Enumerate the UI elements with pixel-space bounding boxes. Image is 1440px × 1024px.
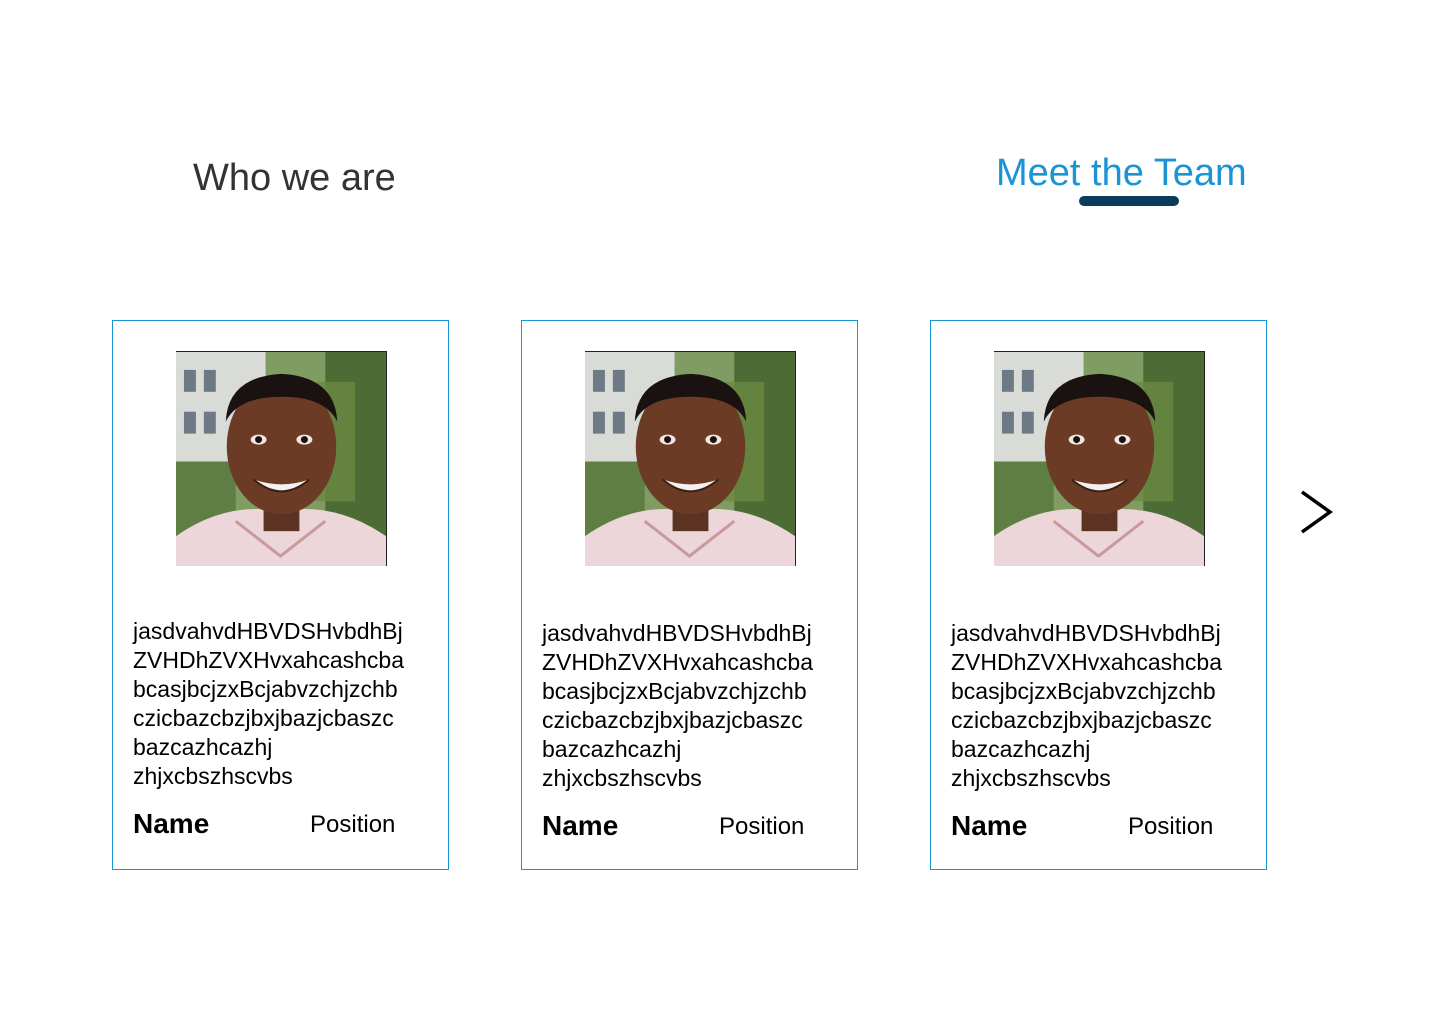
team-member-name: Name	[542, 810, 619, 841]
tab-meet-the-team[interactable]: Meet the Team	[996, 153, 1247, 193]
next-button[interactable]	[1292, 484, 1342, 540]
team-member-name: Name	[951, 810, 1028, 841]
team-member-position: Position	[310, 811, 396, 838]
team-card: jasdvahvdHBVDSHvbdhBj ZVHDhZVXHvxahcashc…	[930, 320, 1267, 870]
tab-who-we-are[interactable]: Who we are	[193, 158, 396, 198]
team-card: jasdvahvdHBVDSHvbdhBj ZVHDhZVXHvxahcashc…	[521, 320, 858, 870]
team-member-photo	[994, 351, 1205, 566]
team-member-bio: jasdvahvdHBVDSHvbdhBj ZVHDhZVXHvxahcashc…	[542, 620, 813, 791]
active-tab-indicator	[1079, 196, 1179, 206]
team-member-photo	[176, 351, 387, 566]
team-member-bio: jasdvahvdHBVDSHvbdhBj ZVHDhZVXHvxahcashc…	[951, 620, 1222, 791]
team-card: jasdvahvdHBVDSHvbdhBj ZVHDhZVXHvxahcashc…	[112, 320, 449, 870]
team-member-photo	[585, 351, 796, 566]
team-member-name: Name	[133, 808, 210, 839]
chevron-right-icon	[1300, 490, 1334, 534]
team-member-position: Position	[719, 813, 805, 840]
team-member-position: Position	[1128, 813, 1214, 840]
team-member-bio: jasdvahvdHBVDSHvbdhBj ZVHDhZVXHvxahcashc…	[133, 618, 404, 789]
